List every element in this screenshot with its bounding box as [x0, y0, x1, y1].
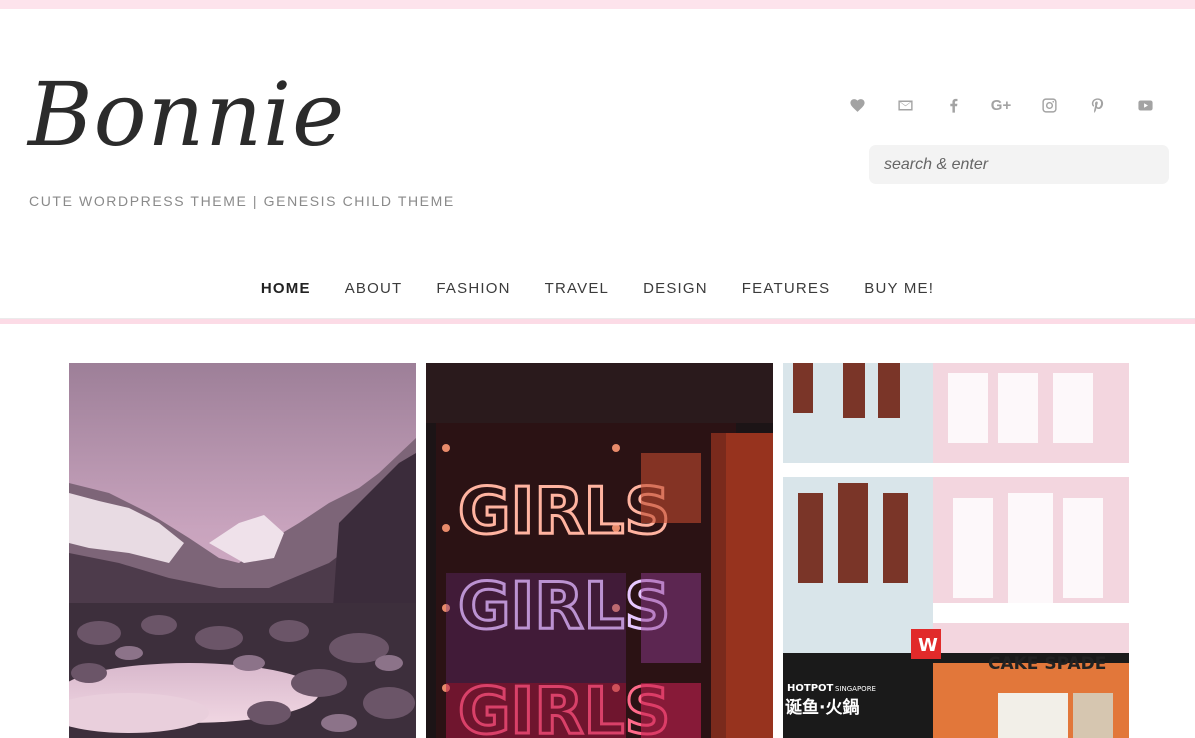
nav-item-travel[interactable]: TRAVEL [545, 280, 609, 297]
nav-item-about[interactable]: ABOUT [345, 280, 403, 297]
neon-sign-photo[interactable]: GIRLS GIRLS GIRLS [426, 363, 773, 738]
chinese-sign: 诞鱼·火鍋 [785, 697, 859, 718]
nav-item-home[interactable]: HOME [261, 280, 311, 297]
pinterest-icon[interactable] [1084, 94, 1110, 116]
nav-item-features[interactable]: FEATURES [742, 280, 831, 297]
social-icons: G+ [844, 94, 1158, 116]
search-input[interactable] [869, 145, 1169, 184]
cake-spade-sign: CAKE SPADE [988, 654, 1106, 674]
hotpot-sign: HOTPOT [787, 683, 834, 694]
heart-icon[interactable] [844, 94, 870, 116]
facebook-icon[interactable] [940, 94, 966, 116]
hotpot-logo: W [918, 635, 938, 656]
google-plus-icon[interactable]: G+ [988, 94, 1014, 116]
shophouse-street-photo[interactable]: CAKE SPADE W HOTPOT SINGAPORE 诞鱼·火鍋 [783, 363, 1129, 738]
hotpot-city: SINGAPORE [835, 685, 876, 693]
mountain-lake-photo[interactable] [69, 363, 416, 738]
top-accent-strip [0, 0, 1195, 9]
nav-item-design[interactable]: DESIGN [643, 280, 708, 297]
nav-item-fashion[interactable]: FASHION [436, 280, 510, 297]
nav-item-buy-me[interactable]: BUY ME! [864, 280, 934, 297]
main-nav: HOME ABOUT FASHION TRAVEL DESIGN FEATURE… [0, 280, 1195, 297]
youtube-icon[interactable] [1132, 94, 1158, 116]
google-plus-label: G+ [990, 96, 1012, 114]
email-icon[interactable] [892, 94, 918, 116]
instagram-icon[interactable] [1036, 94, 1062, 116]
nav-accent-line [0, 319, 1195, 324]
featured-grid: GIRLS GIRLS GIRLS [69, 363, 1129, 738]
neon-text-1: GIRLS [458, 475, 671, 549]
site-tagline: CUTE WORDPRESS THEME | GENESIS CHILD THE… [29, 193, 455, 209]
site-logo[interactable]: Bonnie [28, 60, 345, 170]
